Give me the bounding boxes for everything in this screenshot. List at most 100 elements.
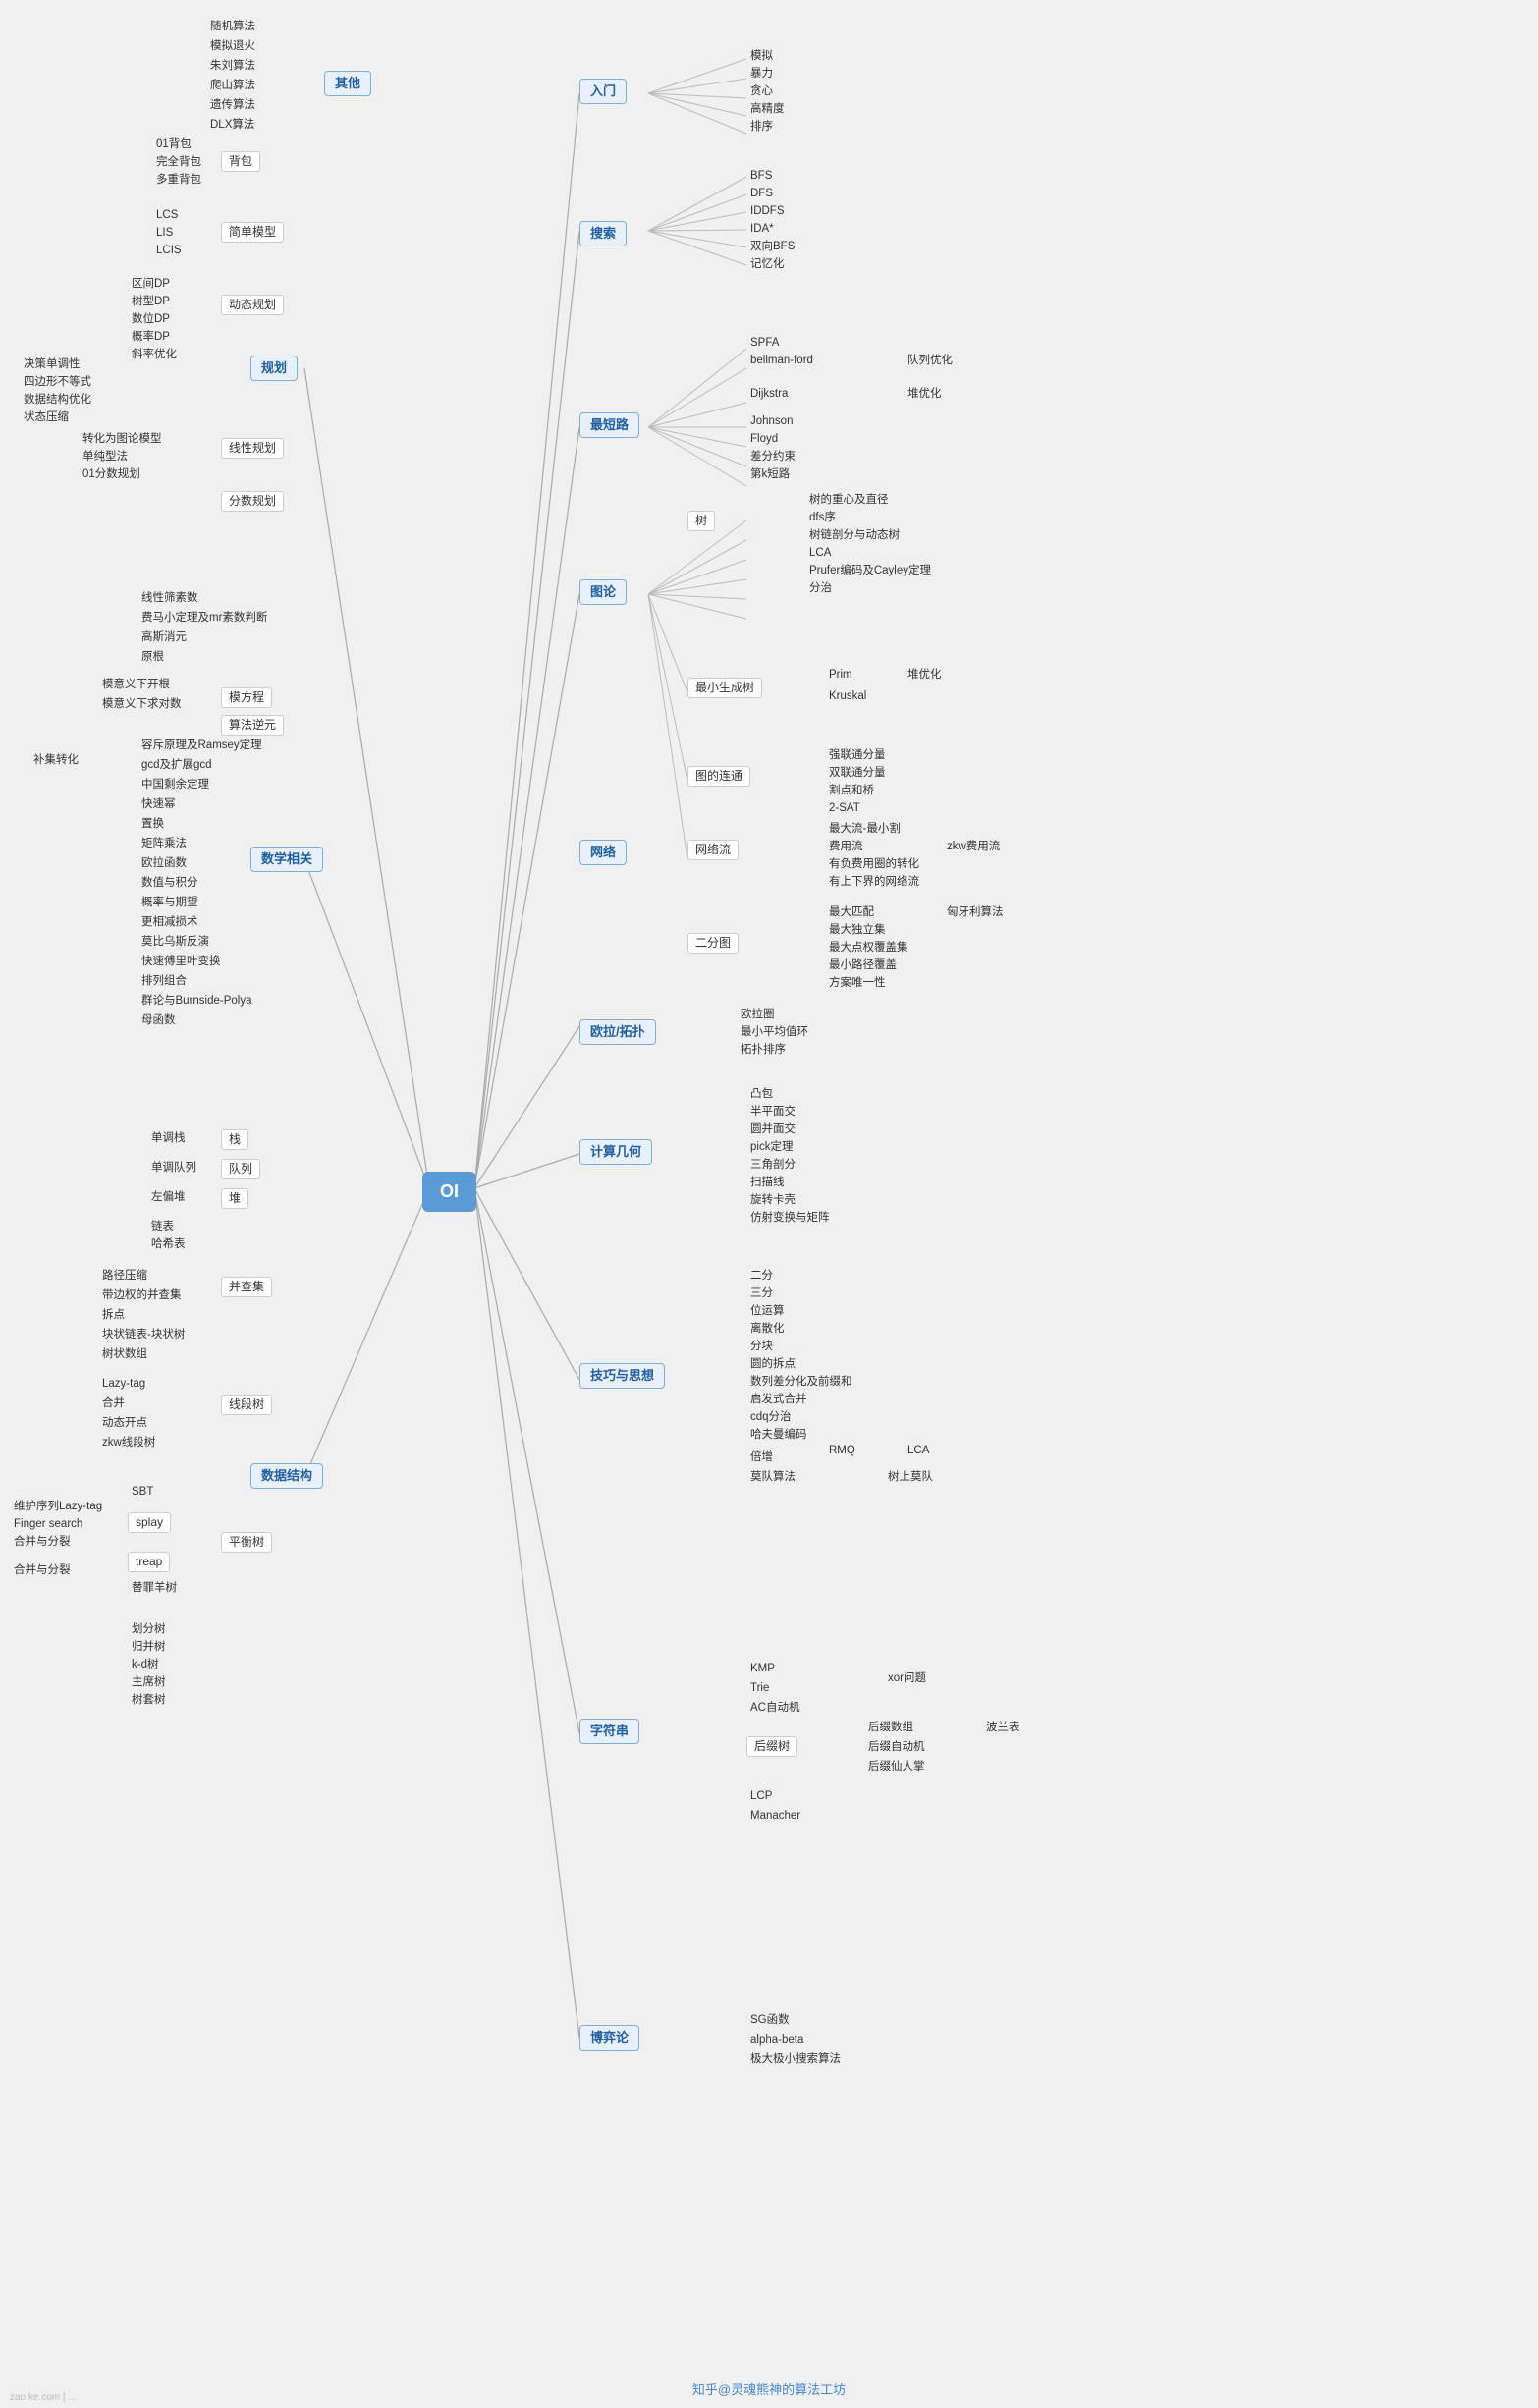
leaf-bolan: 波兰表 (982, 1719, 1024, 1736)
leaf-muhan: 母函数 (137, 1012, 180, 1028)
sub-wangluoliu: 网络流 (687, 840, 739, 860)
leaf-yichuansuanfa: 遗传算法 (206, 96, 259, 113)
sub-dui: 堆 (221, 1188, 248, 1209)
sub-zhan: 栈 (221, 1129, 248, 1150)
footer-text: 知乎@灵魂熊神的算法工坊 (692, 2382, 846, 2397)
leaf-bfs: BFS (746, 167, 776, 184)
category-jiqiao: 技巧与思想 (579, 1363, 665, 1389)
leaf-baoli: 暴力 (746, 65, 777, 82)
category-qita: 其他 (324, 71, 371, 96)
sub-dongtaiguihua: 动态规划 (221, 295, 284, 315)
leaf-shangxiajie: 有上下界的网络流 (825, 873, 923, 890)
leaf-zhongguoshenyu: 中国剩余定理 (137, 776, 213, 793)
leaf-zhuxishu: 主席树 (128, 1673, 170, 1690)
leaf-cdq: cdq分治 (746, 1408, 796, 1425)
leaf-prim: Prim (825, 666, 856, 683)
sub-houzhui: 后缀树 (746, 1736, 797, 1757)
leaf-sibxbds: 四边形不等式 (20, 373, 95, 390)
leaf-oulaquan: 欧拉圈 (737, 1006, 779, 1022)
sub-tude-liantong: 图的连通 (687, 766, 750, 787)
sub-fenshuguihua: 分数规划 (221, 491, 284, 512)
leaf-zkwxianduan: zkw线段树 (98, 1434, 159, 1450)
leaf-manacher: Manacher (746, 1807, 804, 1824)
leaf-suijisuanfa: 随机算法 (206, 18, 259, 34)
leaf-juzhen: 矩阵乘法 (137, 835, 191, 851)
leaf-dongtaidiandian: 动态开点 (98, 1414, 151, 1431)
leaf-monituihuo: 模拟退火 (206, 37, 259, 54)
leaf-houzhui-shuzhu: 后缀数组 (864, 1719, 917, 1735)
leaf-kd: k-d树 (128, 1656, 162, 1672)
leaf-prufer: Prufer编码及Cayley定理 (805, 562, 935, 578)
leaf-moyixia-log: 模意义下求对数 (98, 695, 186, 712)
leaf-dlx: DLX算法 (206, 116, 258, 133)
leaf-qifashi: 启发式合并 (746, 1391, 811, 1407)
category-guihua: 规划 (250, 356, 298, 381)
leaf-oula-func: 欧拉函数 (137, 854, 191, 871)
leaf-idastar: IDA* (746, 220, 778, 237)
leaf-hebing: 合并 (98, 1395, 129, 1411)
leaf-danchunxing: 单纯型法 (79, 448, 132, 465)
leaf-moyixia-kf: 模意义下开根 (98, 676, 174, 692)
leaf-yuangen: 原根 (137, 648, 168, 665)
center-node: OI (422, 1172, 476, 1212)
leaf-zuixiao-lujing: 最小路径覆盖 (825, 957, 901, 973)
leaf-fenzhi: 分治 (805, 579, 836, 596)
leaf-zuopiandui: 左偏堆 (147, 1188, 190, 1205)
leaf-fenkuai: 分块 (746, 1338, 777, 1354)
leaf-shuxingdp: 树型DP (128, 293, 174, 309)
watermark: zao.ke.com | ... (10, 2392, 77, 2403)
leaf-feiyongliu: 费用流 (825, 838, 867, 854)
leaf-jiyihua: 记忆化 (746, 255, 789, 272)
leaf-pick: pick定理 (746, 1138, 796, 1155)
footer: 知乎@灵魂熊神的算法工坊 (0, 2380, 1538, 2398)
leaf-hebing-fz2: 合并与分裂 (10, 1561, 75, 1578)
leaf-sxbfs: 双向BFS (746, 238, 798, 254)
leaf-kuaizhuanglian: 块状链表-块状树 (98, 1326, 189, 1342)
leaf-zuidapipei: 最大匹配 (825, 903, 878, 920)
leaf-paixu: 排序 (746, 118, 777, 135)
category-boyi: 博弈论 (579, 2025, 639, 2051)
sub-mofangcheng: 模方程 (221, 687, 272, 708)
leaf-xielv: 斜率优化 (128, 346, 181, 362)
leaf-pailiehz: 排列组合 (137, 972, 191, 989)
leaf-mobi: 莫比乌斯反演 (137, 933, 213, 950)
leaf-shu-zhongxin: 树的重心及直径 (805, 491, 893, 508)
leaf-sbt: SBT (128, 1483, 157, 1500)
leaf-prim-youhua: 堆优化 (904, 666, 946, 684)
leaf-zuidaduliji: 最大独立集 (825, 921, 890, 938)
leaf-dfs: DFS (746, 185, 777, 201)
leaf-kuaisumi: 快速幂 (137, 795, 180, 812)
leaf-lcs: LCS (152, 206, 182, 223)
leaf-sjjgouhua: 数据结构优化 (20, 391, 95, 408)
leaf-zhuanhua-tulun: 转化为图论模型 (79, 430, 166, 447)
leaf-hashbiao: 哈希表 (147, 1235, 190, 1252)
leaf-zuixiaopingjun: 最小平均值环 (737, 1023, 812, 1040)
leaf-banpingmian: 半平面交 (746, 1103, 799, 1120)
leaf-dui-youhua: 堆优化 (904, 385, 946, 403)
leaf-xor: xor问题 (884, 1669, 930, 1687)
leaf-huafen: 划分树 (128, 1620, 170, 1637)
leaf-shutaoshu: 树套树 (128, 1691, 170, 1708)
sub-shu: 树 (687, 511, 715, 531)
sub-suanfaniwy: 算法逆元 (221, 715, 284, 736)
leaf-xiongyali: 匈牙利算法 (943, 903, 1008, 921)
leaf-houzhui-xrz: 后缀仙人掌 (864, 1758, 929, 1775)
leaf-lazytag: Lazy-tag (98, 1375, 149, 1392)
leaf-lca: LCA (805, 544, 835, 561)
leaf-finger: Finger search (10, 1515, 86, 1532)
leaf-feima: 费马小定理及mr素数判断 (137, 609, 271, 626)
leaf-sg: SG函数 (746, 2011, 794, 2028)
category-oula: 欧拉/拓扑 (579, 1019, 656, 1045)
leaf-shuangliantong: 双联通分量 (825, 764, 890, 781)
leaf-lianbiao: 链表 (147, 1218, 178, 1234)
leaf-sanfen: 三分 (746, 1285, 777, 1301)
leaf-hafman: 哈夫曼编码 (746, 1426, 811, 1443)
leaf-gedianqiao: 割点和桥 (825, 782, 878, 798)
leaf-lca2: LCA (904, 1442, 933, 1459)
category-rumen: 入门 (579, 79, 627, 104)
leaf-iddfs: IDDFS (746, 202, 789, 219)
category-wangluo: 网络 (579, 840, 627, 865)
category-sousuo: 搜索 (579, 221, 627, 246)
leaf-tanxin: 贪心 (746, 82, 777, 99)
leaf-gcd: gcd及扩展gcd (137, 756, 216, 773)
